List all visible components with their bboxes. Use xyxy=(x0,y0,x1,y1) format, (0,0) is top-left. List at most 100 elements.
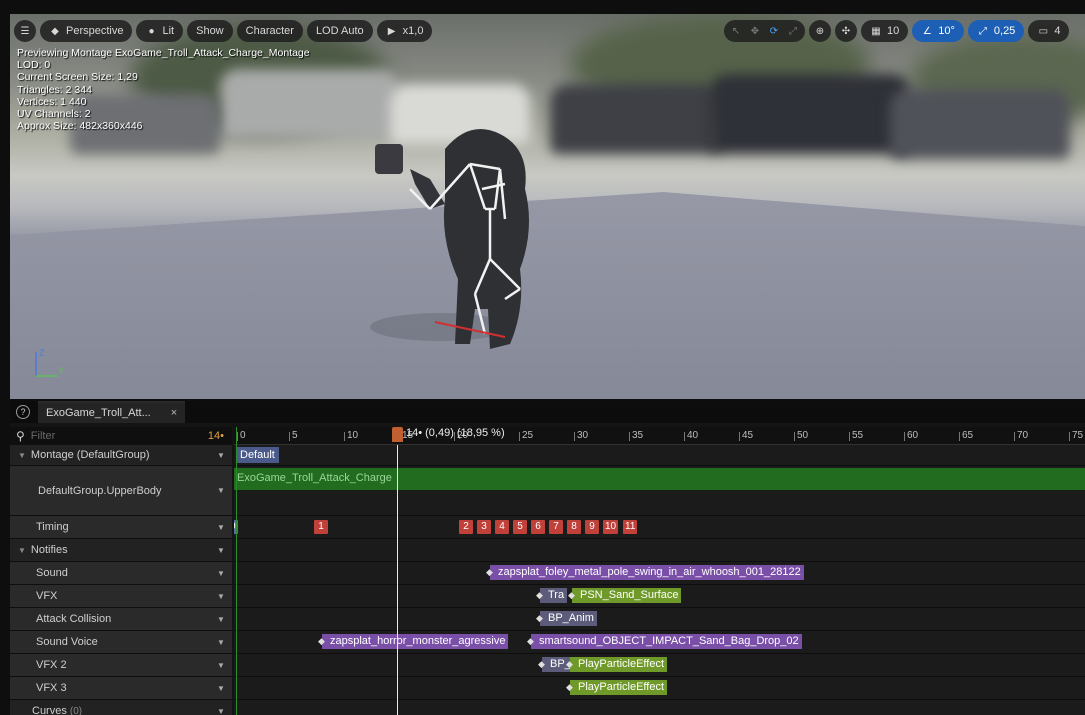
playback-speed-button[interactable]: ▶ x1,0 xyxy=(376,20,433,42)
axis-y-label: Y xyxy=(58,366,64,376)
search-icon: ⚲ xyxy=(16,429,25,443)
track-vfx[interactable]: VFX ▼ xyxy=(10,585,232,608)
notify-attack[interactable]: BP_Anim xyxy=(536,611,597,626)
track-label: Attack Collision xyxy=(36,613,112,625)
dropdown-icon[interactable]: ▼ xyxy=(210,592,232,601)
viewport[interactable]: ☰ ◆ Perspective ● Lit Show Character LOD A… xyxy=(10,14,1085,399)
timing-marker[interactable]: 4 xyxy=(495,520,509,534)
timing-marker[interactable]: 1 xyxy=(314,520,328,534)
track-curves[interactable]: Curves (0) ▼ xyxy=(10,700,232,715)
dropdown-icon[interactable]: ▼ xyxy=(210,523,232,532)
grid-snap-button[interactable]: ▦ 10 xyxy=(861,20,909,42)
play-icon: ▶ xyxy=(387,25,396,37)
world-local-button[interactable]: ⊕ xyxy=(809,20,831,42)
select-icon[interactable]: ↖ xyxy=(728,26,744,37)
ruler-tick: 65 xyxy=(958,430,974,441)
ruler-tick: 30 xyxy=(573,430,589,441)
help-icon[interactable]: ? xyxy=(16,405,30,419)
track-label: VFX xyxy=(36,590,58,602)
move-icon[interactable]: ✥ xyxy=(747,26,763,37)
timing-marker[interactable]: 8 xyxy=(567,520,581,534)
notify-voice-impact[interactable]: smartsound_OBJECT_IMPACT_Sand_Bag_Drop_0… xyxy=(527,634,802,649)
camera-speed-button[interactable]: ▭ 4 xyxy=(1028,20,1070,42)
menu-button[interactable]: ☰ xyxy=(14,20,36,42)
show-button[interactable]: Show xyxy=(187,20,233,42)
playhead-line[interactable] xyxy=(397,445,398,715)
timing-marker[interactable]: 2 xyxy=(459,520,473,534)
dropdown-icon[interactable]: ▼ xyxy=(210,684,232,693)
ruler-tick: 60 xyxy=(903,430,919,441)
panel-tab-bar: ? ExoGame_Troll_Att... × xyxy=(10,401,1085,423)
filter-input[interactable]: Filter xyxy=(31,430,202,442)
time-ruler[interactable]: 0 5 10 15 20 25 30 35 40 45 50 55 60 65 … xyxy=(234,427,1085,445)
character-button[interactable]: Character xyxy=(236,20,303,42)
notify-sound[interactable]: zapsplat_foley_metal_pole_swing_in_air_w… xyxy=(486,565,804,580)
angle-snap-button[interactable]: ∠ 10° xyxy=(912,20,964,42)
track-vfx-3[interactable]: VFX 3 ▼ xyxy=(10,677,232,700)
track-vfx-2[interactable]: VFX 2 ▼ xyxy=(10,654,232,677)
close-tab-icon[interactable]: × xyxy=(171,407,177,419)
timeline-row-notifies xyxy=(234,539,1085,562)
track-sound[interactable]: Sound ▼ xyxy=(10,562,232,585)
timing-marker[interactable]: 10 xyxy=(603,520,619,534)
timeline-row-slot: ExoGame_Troll_Attack_Charge xyxy=(234,466,1085,516)
ruler-tick: 50 xyxy=(793,430,809,441)
dropdown-icon[interactable]: ▼ xyxy=(210,638,232,647)
notify-vfx-trail[interactable]: Tra xyxy=(536,588,568,603)
dropdown-icon[interactable]: ▼ xyxy=(210,615,232,624)
troll-character[interactable] xyxy=(370,109,570,359)
collapse-arrow-icon[interactable]: ▼ xyxy=(18,451,26,460)
notify-vfx-sand[interactable]: PSN_Sand_Surface xyxy=(568,588,682,603)
globe-icon: ⊕ xyxy=(815,25,825,37)
timeline-row-vfx2: BP_ PlayParticleEffect xyxy=(234,654,1085,677)
start-marker-line xyxy=(236,427,237,715)
viewport-stats: Previewing Montage ExoGame_Troll_Attack_… xyxy=(17,47,310,132)
track-label: ▼ Montage (DefaultGroup) xyxy=(18,449,150,461)
track-timing[interactable]: Timing ▼ xyxy=(10,516,232,539)
scale-arrow-icon: ⤢ xyxy=(978,25,987,37)
track-slot-upperbody[interactable]: DefaultGroup.UpperBody ▼ xyxy=(10,466,232,516)
dropdown-icon[interactable]: ▼ xyxy=(210,451,232,460)
notify-vfx3-particle[interactable]: PlayParticleEffect xyxy=(566,680,668,695)
montage-tab[interactable]: ExoGame_Troll_Att... × xyxy=(38,401,186,423)
dropdown-icon[interactable]: ▼ xyxy=(210,661,232,670)
rotate-icon[interactable]: ⟳ xyxy=(766,26,782,37)
track-montage-group[interactable]: ▼ Montage (DefaultGroup) ▼ xyxy=(10,445,232,466)
ruler-tick: 55 xyxy=(848,430,864,441)
viewport-toolbar-right: ↖ ✥ ⟳ ⤢ ⊕ ✣ ▦ 10 ∠ 10° ⤢ 0,25 ▭ 4 xyxy=(724,20,1070,42)
ruler-tick: 10 xyxy=(343,430,359,441)
snap-icon: ✣ xyxy=(841,25,851,37)
timing-marker[interactable]: 5 xyxy=(513,520,527,534)
stats-vertices-line: Vertices: 1 440 xyxy=(17,95,87,108)
timing-marker[interactable]: 3 xyxy=(477,520,491,534)
track-sound-voice[interactable]: Sound Voice ▼ xyxy=(10,631,232,654)
track-attack-collision[interactable]: Attack Collision ▼ xyxy=(10,608,232,631)
playhead-label: 14• (0,49) (18,95 %) xyxy=(406,427,505,439)
collapse-arrow-icon[interactable]: ▼ xyxy=(18,546,26,555)
lit-button[interactable]: ● Lit xyxy=(136,20,184,42)
lod-button[interactable]: LOD Auto xyxy=(306,20,373,42)
dropdown-icon[interactable]: ▼ xyxy=(210,707,232,715)
scale-icon[interactable]: ⤢ xyxy=(785,26,801,37)
scale-snap-button[interactable]: ⤢ 0,25 xyxy=(967,20,1025,42)
surface-snap-button[interactable]: ✣ xyxy=(835,20,857,42)
dropdown-icon[interactable]: ▼ xyxy=(210,546,232,555)
timing-marker[interactable]: 11 xyxy=(623,520,638,534)
perspective-button[interactable]: ◆ Perspective xyxy=(40,20,133,42)
section-default-tag[interactable]: Default xyxy=(236,447,279,463)
timing-marker[interactable]: 6 xyxy=(531,520,545,534)
dropdown-icon[interactable]: ▼ xyxy=(210,569,232,578)
stats-screen-size-line: Current Screen Size: 1,29 xyxy=(17,71,138,84)
notify-vfx2-particle[interactable]: PlayParticleEffect xyxy=(566,657,668,672)
dropdown-icon[interactable]: ▼ xyxy=(210,486,232,495)
track-label: ▼ Notifies xyxy=(18,544,68,556)
track-label: Curves (0) xyxy=(32,705,83,715)
playhead-handle[interactable] xyxy=(392,427,403,442)
timing-marker[interactable]: 7 xyxy=(549,520,563,534)
track-notifies[interactable]: ▼ Notifies ▼ xyxy=(10,539,232,562)
timeline-area[interactable]: 0 5 10 15 20 25 30 35 40 45 50 55 60 65 … xyxy=(234,427,1085,715)
timing-marker[interactable]: 9 xyxy=(585,520,599,534)
montage-segment[interactable]: ExoGame_Troll_Attack_Charge xyxy=(234,468,1085,490)
ruler-tick: 5 xyxy=(289,430,298,441)
notify-voice-monster[interactable]: zapsplat_horror_monster_agressive xyxy=(318,634,509,649)
